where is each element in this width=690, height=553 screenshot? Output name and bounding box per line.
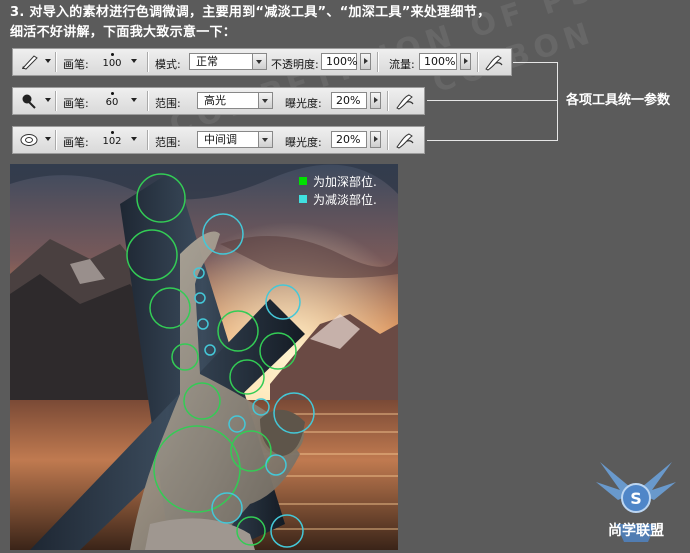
bracket-line — [427, 100, 557, 101]
logo-glyph: S — [630, 489, 642, 508]
flow-input[interactable]: 100% — [419, 53, 457, 70]
brush-size: 60 — [105, 97, 119, 108]
mode-value: 正常 — [196, 55, 218, 68]
exposure-label: 曝光度: — [285, 97, 322, 110]
intro-line-2: 细活不好讲解，下面我大致示意一下： — [10, 25, 237, 40]
exposure-stepper[interactable] — [370, 92, 381, 109]
brush-dropdown-icon[interactable] — [131, 137, 137, 141]
toolbar-brush: 画笔: 100 模式: 正常 不透明度: 100% 流量: 100% — [12, 48, 512, 76]
tool-preset-dropdown-icon[interactable] — [45, 59, 51, 63]
range-label: 范围: — [155, 97, 181, 110]
logo-text: 尚学联盟 — [608, 523, 664, 539]
brush-dot-icon — [110, 53, 114, 56]
tool-preset-dropdown-icon[interactable] — [45, 98, 51, 102]
dodge-swatch-icon — [299, 195, 307, 203]
brush-size: 100 — [102, 58, 122, 69]
brush-picker[interactable]: 102 — [95, 129, 129, 147]
artwork-canvas[interactable]: 为加深部位. 为减淡部位. — [10, 164, 398, 550]
brush-dropdown-icon[interactable] — [131, 59, 137, 63]
range-select[interactable]: 高光 — [197, 92, 273, 109]
chevron-down-icon — [258, 93, 272, 108]
tool-preset-dropdown-icon[interactable] — [45, 137, 51, 141]
range-label: 范围: — [155, 136, 181, 149]
bracket-line — [557, 62, 558, 140]
range-value: 中间调 — [204, 133, 237, 146]
brush-size: 102 — [102, 136, 122, 147]
unified-parameters-label: 各项工具统一参数 — [566, 93, 671, 108]
exposure-input[interactable]: 20% — [331, 92, 367, 109]
brush-dot-icon — [110, 92, 114, 95]
brush-dropdown-icon[interactable] — [131, 98, 137, 102]
opacity-stepper[interactable] — [360, 53, 371, 70]
mode-label: 模式: — [155, 58, 181, 71]
intro-line-1: 3. 对导入的素材进行色调微调，主要用到“减淡工具”、“加深工具”来处理细节， — [10, 5, 491, 20]
brush-dot-icon — [110, 131, 114, 134]
toolbar-dodge: 画笔: 102 范围: 中间调 曝光度: 20% — [12, 126, 425, 154]
brush-label: 画笔: — [63, 58, 89, 71]
brush-label: 画笔: — [63, 97, 89, 110]
range-value: 高光 — [204, 94, 226, 107]
legend: 为加深部位. 为减淡部位. — [299, 172, 377, 208]
chevron-down-icon — [252, 54, 266, 69]
brush-label: 画笔: — [63, 136, 89, 149]
burn-icon[interactable] — [19, 92, 41, 110]
bracket-line — [513, 62, 557, 63]
exposure-stepper[interactable] — [370, 131, 381, 148]
opacity-input[interactable]: 100% — [321, 53, 357, 70]
flow-label: 流量: — [389, 58, 415, 71]
brush-picker[interactable]: 100 — [95, 51, 129, 69]
legend-item-dodge: 为减淡部位. — [299, 190, 377, 208]
airbrush-icon[interactable] — [394, 130, 416, 150]
range-select[interactable]: 中间调 — [197, 131, 273, 148]
toolbar-burn: 画笔: 60 范围: 高光 曝光度: 20% — [12, 87, 425, 115]
legend-item-burn: 为加深部位. — [299, 172, 377, 190]
opacity-label: 不透明度: — [271, 58, 319, 71]
mode-select[interactable]: 正常 — [189, 53, 267, 70]
burn-swatch-icon — [299, 177, 307, 185]
site-logo: S 尚学联盟 — [590, 452, 682, 548]
airbrush-icon[interactable] — [394, 91, 416, 111]
exposure-label: 曝光度: — [285, 136, 322, 149]
legend-label-dodge: 为减淡部位. — [313, 192, 377, 207]
exposure-input[interactable]: 20% — [331, 131, 367, 148]
brush-icon[interactable] — [19, 53, 41, 71]
dodge-icon[interactable] — [19, 131, 41, 149]
airbrush-icon[interactable] — [483, 52, 505, 72]
bracket-line — [427, 140, 558, 141]
legend-label-burn: 为加深部位. — [313, 174, 377, 189]
brush-picker[interactable]: 60 — [95, 90, 129, 108]
chevron-down-icon — [258, 132, 272, 147]
flow-stepper[interactable] — [460, 53, 471, 70]
marker-overlay — [126, 173, 315, 548]
